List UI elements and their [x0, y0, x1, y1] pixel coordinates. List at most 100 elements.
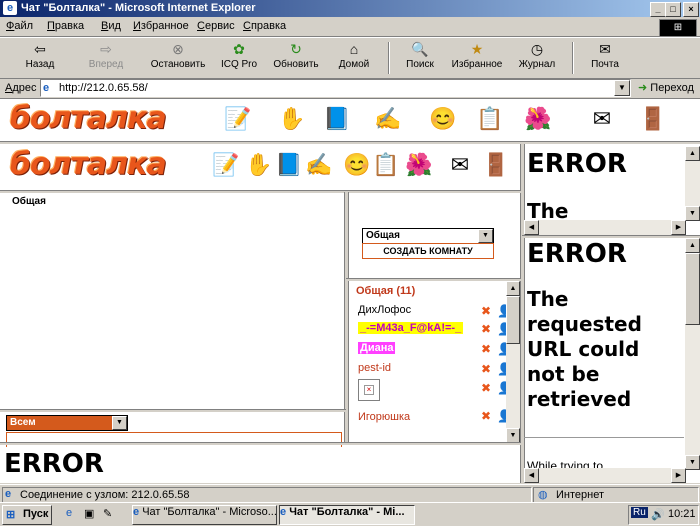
menu-file[interactable]: Файл	[6, 20, 33, 32]
status-panel: e Соединение с узлом: 212.0.65.58	[2, 487, 532, 503]
book-icon[interactable]: 📘	[275, 151, 302, 179]
flowers-icon[interactable]: 🌺	[405, 151, 432, 179]
desktop-quicklaunch-icon[interactable]: ▣	[84, 507, 94, 520]
page-icon: e	[5, 488, 12, 500]
windows-flag-icon: ⊞	[6, 509, 16, 521]
user-name[interactable]: ДихЛофос	[358, 304, 411, 316]
list-icon[interactable]: 📋	[474, 105, 506, 133]
ignore-icon[interactable]: ✖	[481, 409, 491, 423]
user-name[interactable]: Игорюшка	[358, 411, 410, 423]
history-button[interactable]: ◷ Журнал	[514, 40, 560, 76]
ignore-icon[interactable]: ✖	[481, 381, 491, 395]
page-content: болталка 📝 ✋ 📘 ✍ 😊 📋 🌺 ✉ 🚪 болталка 📝 ✋ …	[0, 99, 700, 483]
envelope-icon[interactable]: ✉	[586, 105, 618, 133]
site-logo[interactable]: болталка	[10, 101, 167, 136]
face-icon[interactable]: 😊	[427, 105, 459, 133]
site-logo-frame[interactable]: болталка	[10, 147, 167, 182]
forward-button[interactable]: ⇨ Вперед	[84, 40, 128, 76]
ignore-icon[interactable]: ✖	[481, 342, 491, 356]
go-button[interactable]: ➜ Переход	[638, 81, 694, 94]
menu-favorites[interactable]: Избранное	[133, 20, 189, 32]
pen-icon[interactable]: ✍	[305, 151, 332, 179]
address-url: http://212.0.65.58/	[59, 82, 148, 94]
minimize-button[interactable]: _	[650, 2, 666, 17]
scroll-up-button[interactable]: ▲	[685, 238, 700, 253]
door-icon[interactable]: 🚪	[482, 151, 509, 179]
book-icon[interactable]: 📘	[321, 105, 353, 133]
scroll-down-button[interactable]: ▼	[685, 206, 700, 221]
page-icon: e	[43, 82, 50, 94]
taskbar-window-active[interactable]: e Чат "Болталка" - Mi...	[279, 505, 415, 525]
hand-icon[interactable]: ✋	[245, 151, 272, 179]
history-icon: ◷	[530, 41, 544, 57]
favorites-button[interactable]: ★ Избранное	[449, 40, 505, 76]
frame-divider	[0, 409, 346, 412]
refresh-icon: ↻	[290, 41, 302, 57]
scroll-thumb[interactable]	[506, 296, 520, 344]
address-input[interactable]: e http://212.0.65.58/ ▼	[40, 79, 631, 97]
window-title-bar[interactable]: e Чат "Болталка" - Microsoft Internet Ex…	[0, 0, 700, 17]
user-name[interactable]: _-=M43a_F@kA!=-_	[358, 322, 464, 334]
scrollbar[interactable]: ▲ ▼	[506, 281, 520, 443]
stop-icon: ⊗	[172, 41, 184, 57]
face-icon[interactable]: 😊	[343, 151, 370, 179]
maximize-button[interactable]: □	[665, 2, 681, 17]
address-dropdown-button[interactable]: ▼	[614, 80, 630, 96]
flowers-icon[interactable]: 🌺	[522, 105, 554, 133]
scroll-right-button[interactable]: ▶	[671, 468, 686, 483]
taskbar-window[interactable]: e Чат "Болталка" - Microso...	[132, 505, 277, 525]
scroll-up-button[interactable]: ▲	[506, 281, 520, 296]
note-icon[interactable]: 📝	[212, 151, 239, 179]
envelope-icon[interactable]: ✉	[447, 151, 473, 179]
scroll-left-button[interactable]: ◀	[524, 468, 539, 483]
recipient-select[interactable]: Всем ▼	[6, 415, 128, 431]
scroll-left-button[interactable]: ◀	[524, 220, 539, 235]
scroll-up-button[interactable]: ▲	[685, 146, 700, 161]
ignore-icon[interactable]: ✖	[481, 362, 491, 376]
mail-icon: ✉	[599, 41, 611, 57]
system-tray: Ru 🔊 10:21	[628, 505, 699, 525]
close-button[interactable]: ×	[683, 2, 699, 17]
home-button[interactable]: ⌂ Домой	[336, 40, 372, 76]
ignore-icon[interactable]: ✖	[481, 304, 491, 318]
clock[interactable]: 10:21	[668, 508, 696, 520]
frame-divider	[522, 235, 700, 238]
scroll-thumb[interactable]	[685, 253, 700, 325]
menu-help[interactable]: Справка	[243, 20, 286, 32]
favorites-icon: ★	[470, 41, 484, 57]
go-arrow-icon: ➜	[638, 82, 648, 94]
search-button[interactable]: 🔍 Поиск	[402, 40, 438, 76]
scroll-right-button[interactable]: ▶	[671, 220, 686, 235]
icq-button[interactable]: ✿ ICQ Pro	[218, 40, 260, 76]
door-icon[interactable]: 🚪	[637, 105, 669, 133]
scrollbar[interactable]: ▲ ▼	[685, 146, 700, 221]
menu-tools[interactable]: Сервис	[197, 20, 235, 32]
horizontal-scrollbar[interactable]: ◀ ▶	[524, 468, 686, 483]
back-button[interactable]: ⇦ Назад	[20, 40, 60, 76]
stop-button[interactable]: ⊗ Остановить	[148, 40, 208, 76]
create-room-button[interactable]: СОЗДАТЬ КОМНАТУ	[362, 243, 494, 259]
pen-icon[interactable]: ✍	[372, 105, 404, 133]
scrollbar[interactable]: ▲ ▼	[685, 238, 700, 470]
language-indicator[interactable]: Ru	[631, 507, 648, 518]
user-name[interactable]: Диана	[358, 342, 396, 354]
mail-button[interactable]: ✉ Почта	[586, 40, 624, 76]
volume-icon[interactable]: 🔊	[651, 508, 665, 521]
list-icon[interactable]: 📋	[372, 151, 399, 179]
note-icon[interactable]: 📝	[222, 105, 254, 133]
outlook-quicklaunch-icon[interactable]: ✎	[103, 507, 112, 520]
start-button[interactable]: ⊞ Пуск	[2, 505, 52, 525]
horizontal-scrollbar[interactable]: ◀ ▶	[524, 220, 686, 235]
scroll-down-button[interactable]: ▼	[685, 455, 700, 470]
error-title: ERROR	[527, 149, 627, 179]
refresh-button[interactable]: ↻ Обновить	[270, 40, 322, 76]
windows-logo-icon: ⊞	[659, 19, 697, 37]
scroll-down-button[interactable]: ▼	[506, 428, 520, 443]
hand-icon[interactable]: ✋	[276, 105, 308, 133]
ignore-icon[interactable]: ✖	[481, 322, 491, 336]
menu-view[interactable]: Вид	[101, 20, 121, 32]
menu-edit[interactable]: Правка	[47, 20, 84, 32]
ie-quicklaunch-icon[interactable]: e	[66, 507, 72, 519]
room-select[interactable]: Общая ▼	[362, 228, 494, 244]
user-name[interactable]: pest-id	[358, 362, 391, 374]
